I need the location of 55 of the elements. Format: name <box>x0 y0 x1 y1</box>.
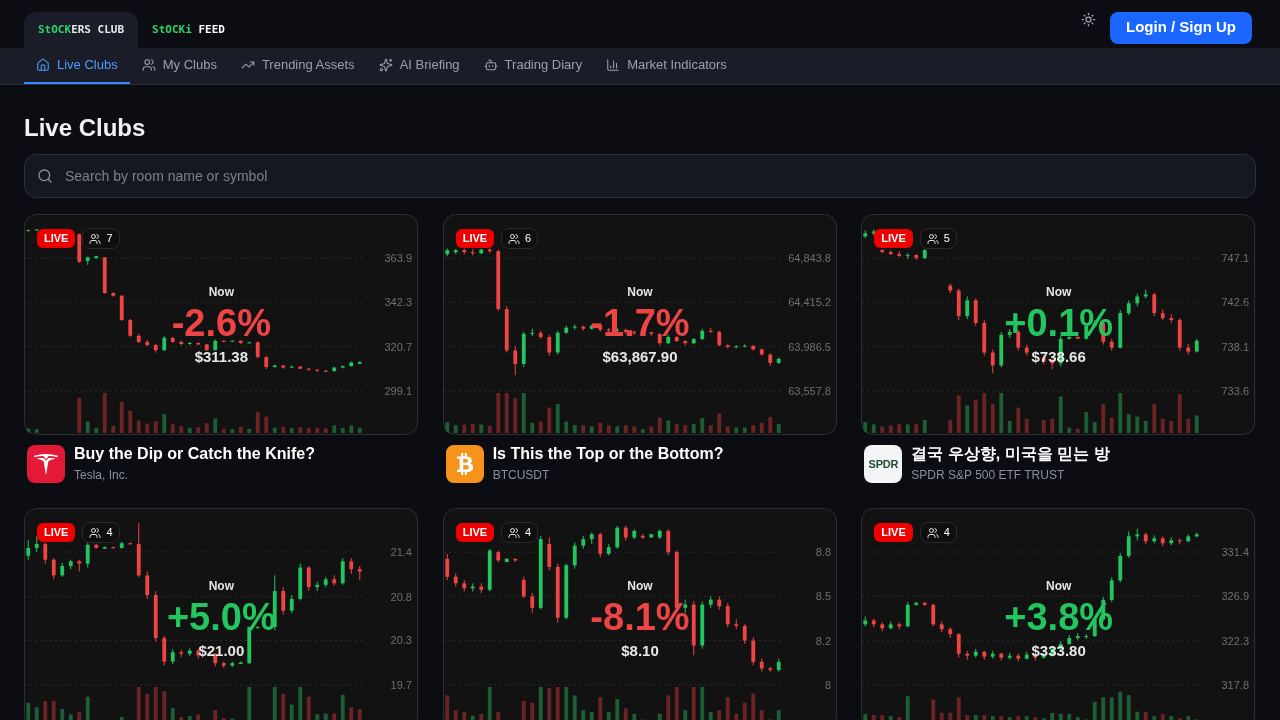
price-change: -2.6% <box>171 304 271 342</box>
axis-tick-label: 19.7 <box>390 679 412 692</box>
asset-name: Tesla, Inc. <box>74 467 130 483</box>
live-badge: LIVE <box>37 229 76 248</box>
current-price: $21.00 <box>198 641 245 661</box>
axis-tick-label: 342.3 <box>384 296 412 309</box>
member-count: 5 <box>943 231 950 247</box>
axis-tick-label: 299.1 <box>384 385 412 397</box>
member-count: 4 <box>943 525 950 541</box>
live-badge: LIVE <box>874 523 913 542</box>
now-label: Now <box>1046 578 1072 594</box>
axis-tick-label: 738.1 <box>1221 340 1250 353</box>
axis-tick-label: 331.4 <box>1221 546 1250 558</box>
live-badge: LIVE <box>874 229 913 248</box>
now-label: Now <box>627 578 653 594</box>
now-label: Now <box>208 284 234 300</box>
axis-tick-label: 64,415.2 <box>787 296 831 309</box>
axis-tick-label: 747.1 <box>1221 252 1250 264</box>
current-price: $8.10 <box>621 641 659 661</box>
axis-tick-label: 21.4 <box>390 545 412 558</box>
member-count: 7 <box>106 231 113 247</box>
axis-tick-label: 742.6 <box>1221 296 1250 309</box>
current-price: $311.38 <box>194 347 249 367</box>
page-title: Live Clubs <box>24 113 147 143</box>
axis-tick-label: 8 <box>824 678 831 691</box>
live-badge: LIVE <box>455 523 495 542</box>
now-label: Now <box>1046 284 1072 300</box>
axis-tick-label: 8.2 <box>815 634 831 647</box>
asset-name: SPDR S&P 500 ETF TRUST <box>911 467 1066 483</box>
current-price: $63,867.90 <box>602 347 678 367</box>
axis-tick-label: 20.8 <box>390 590 412 603</box>
axis-tick-label: 8.5 <box>815 590 831 603</box>
asset-name: BTCUSDT <box>492 467 551 483</box>
member-count: 4 <box>106 525 113 541</box>
member-count: 4 <box>525 525 532 541</box>
axis-tick-label: 320.7 <box>384 340 412 353</box>
wordmark-logo: SPDR <box>864 445 903 483</box>
now-label: Now <box>208 578 234 594</box>
price-change: -8.1% <box>590 598 690 636</box>
axis-tick-label: 63,986.5 <box>787 340 831 353</box>
axis-tick-label: 20.3 <box>390 634 412 647</box>
live-badge: LIVE <box>37 523 76 542</box>
axis-tick-label: 317.8 <box>1221 679 1250 691</box>
axis-tick-label: 322.3 <box>1221 635 1250 647</box>
live-badge: LIVE <box>455 229 495 248</box>
axis-tick-label: 63,557.8 <box>787 385 831 397</box>
axis-tick-label: 733.6 <box>1221 385 1250 397</box>
now-label: Now <box>627 284 653 300</box>
axis-tick-label: 326.9 <box>1221 590 1250 602</box>
axis-tick-label: 363.9 <box>384 252 412 264</box>
price-change: -1.7% <box>590 304 690 342</box>
axis-tick-label: 8.8 <box>815 546 831 559</box>
member-count: 6 <box>525 231 532 247</box>
axis-tick-label: 64,843.8 <box>787 252 831 264</box>
price-change: +0.1% <box>1004 304 1114 342</box>
